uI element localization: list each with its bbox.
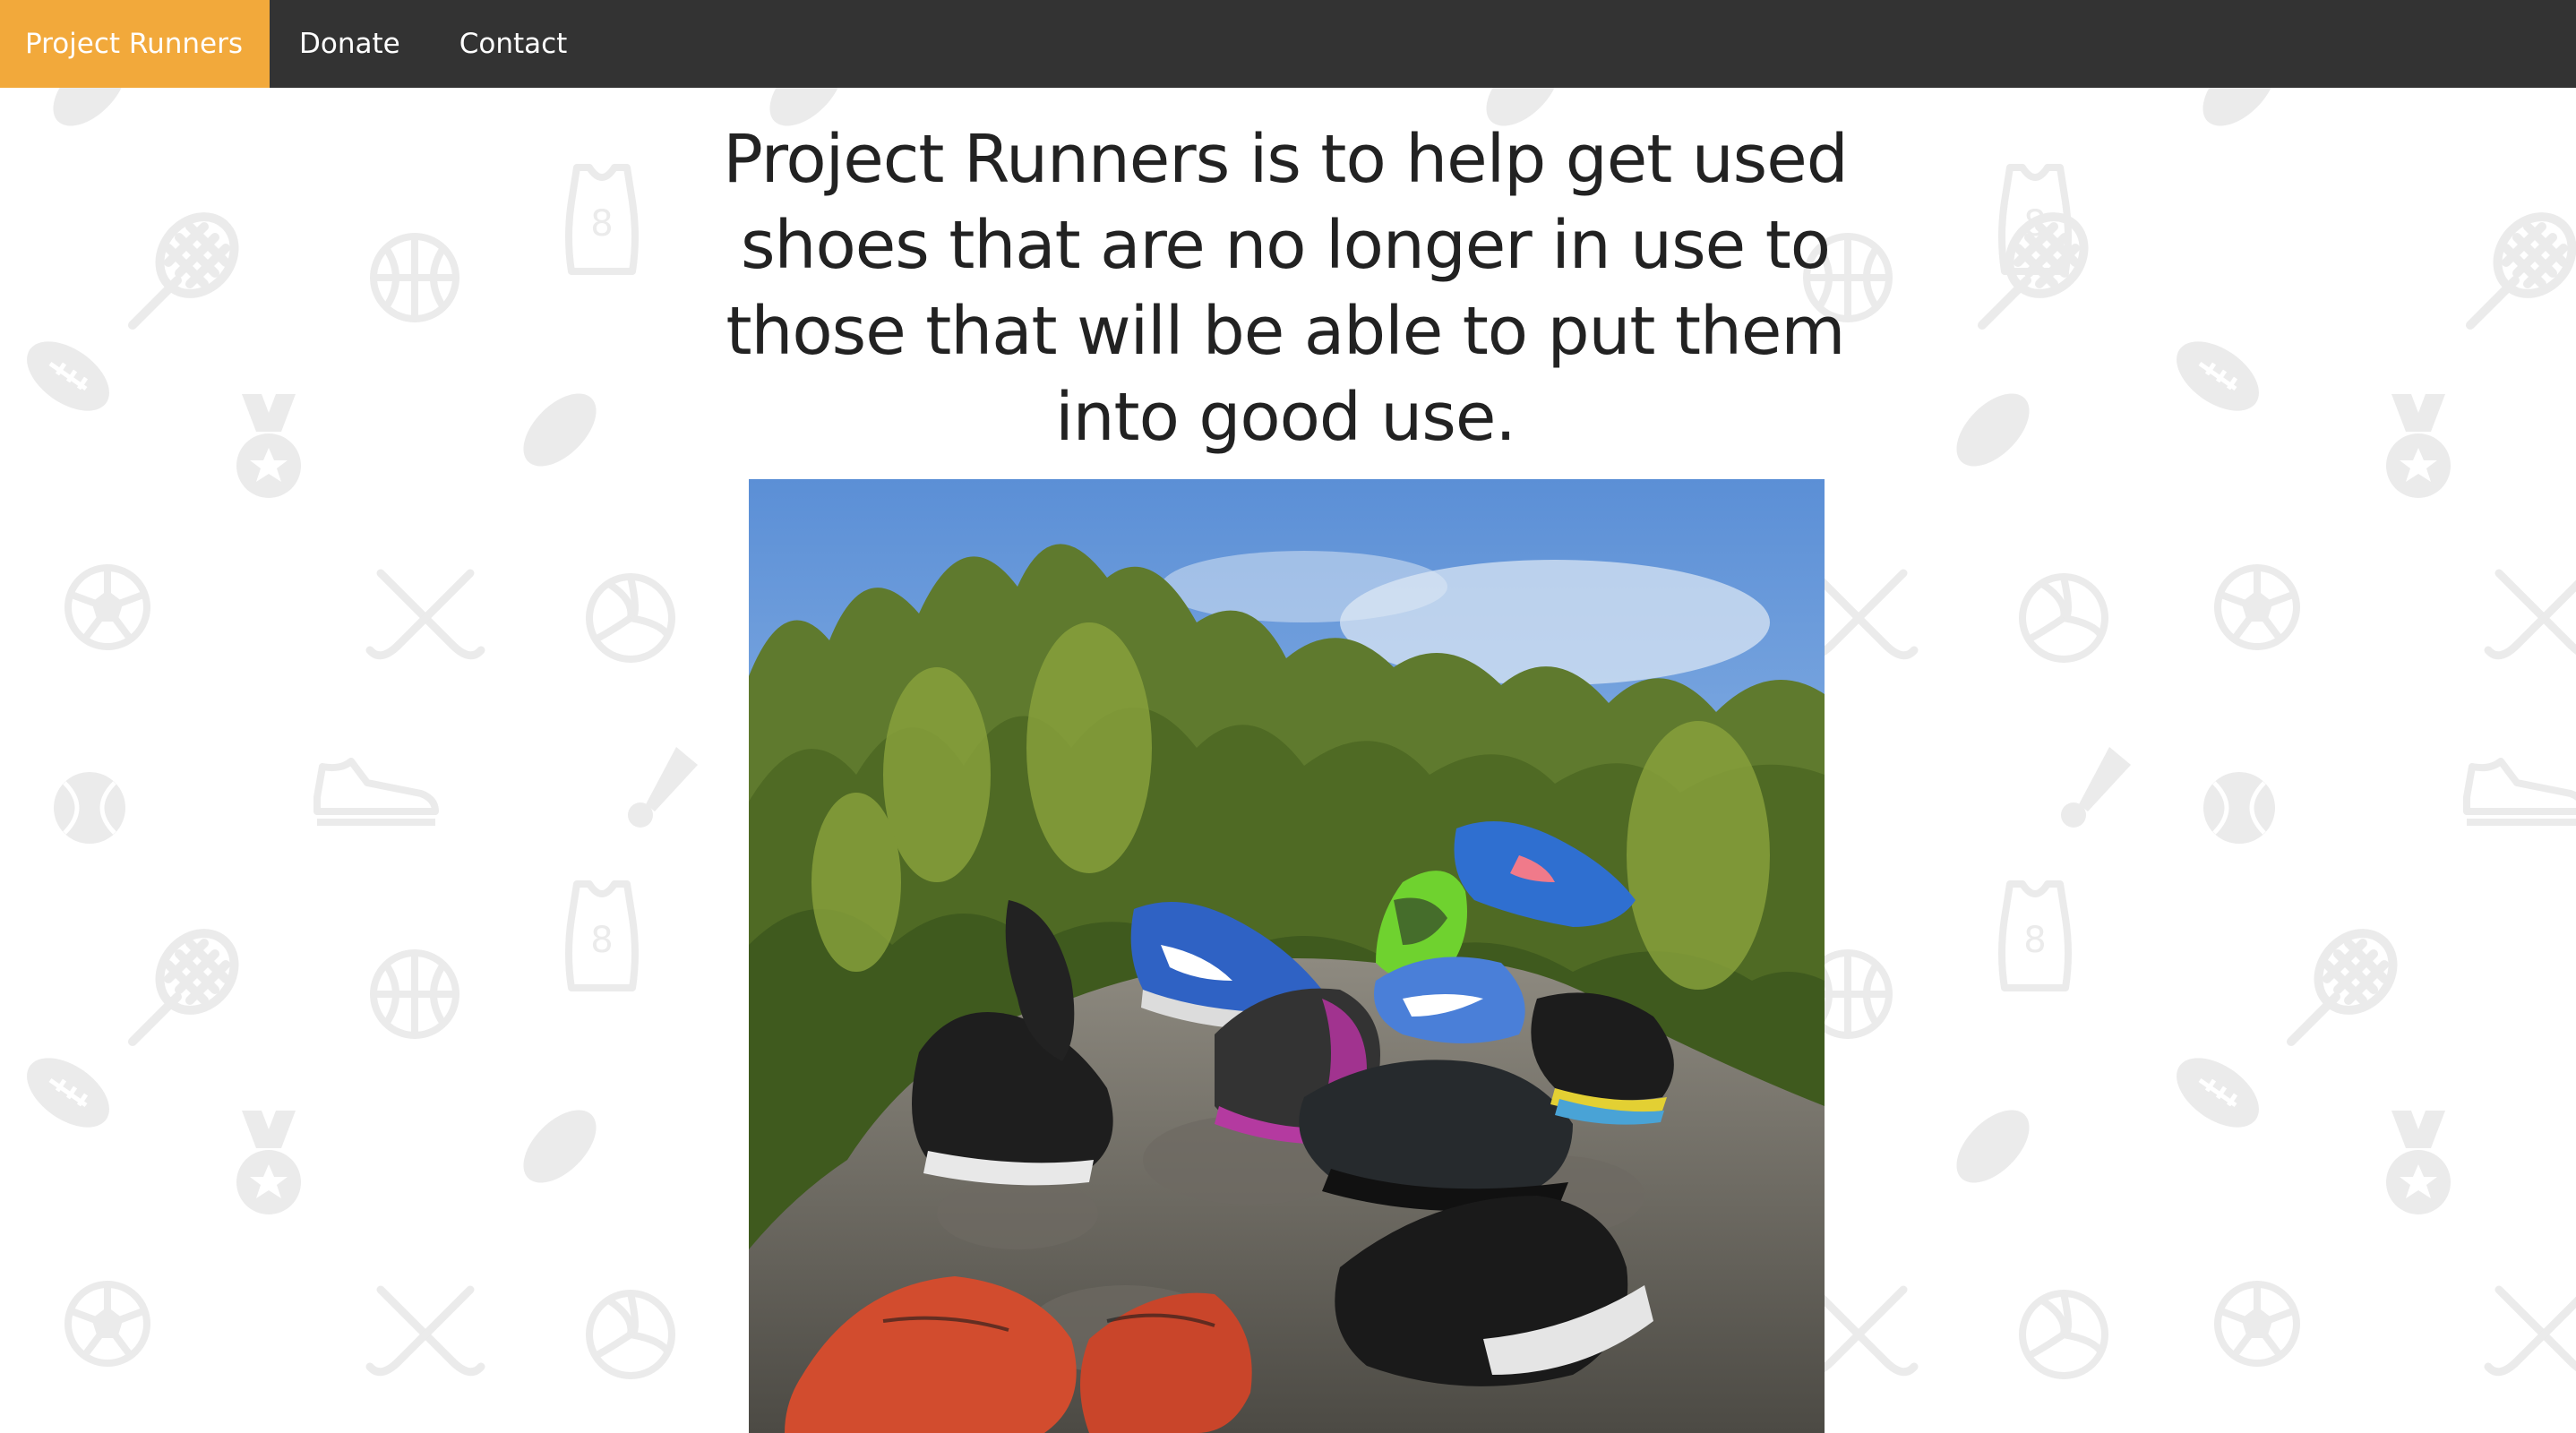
shoes-photo — [749, 479, 1825, 1433]
mission-statement: Project Runners is to help get used shoe… — [723, 121, 1848, 456]
nav-link-donate[interactable]: Donate — [270, 0, 430, 88]
nav-link-project-runners[interactable]: Project Runners — [0, 0, 270, 88]
top-navbar: Project Runners Donate Contact — [0, 0, 2576, 88]
nav-link-contact[interactable]: Contact — [430, 0, 597, 88]
